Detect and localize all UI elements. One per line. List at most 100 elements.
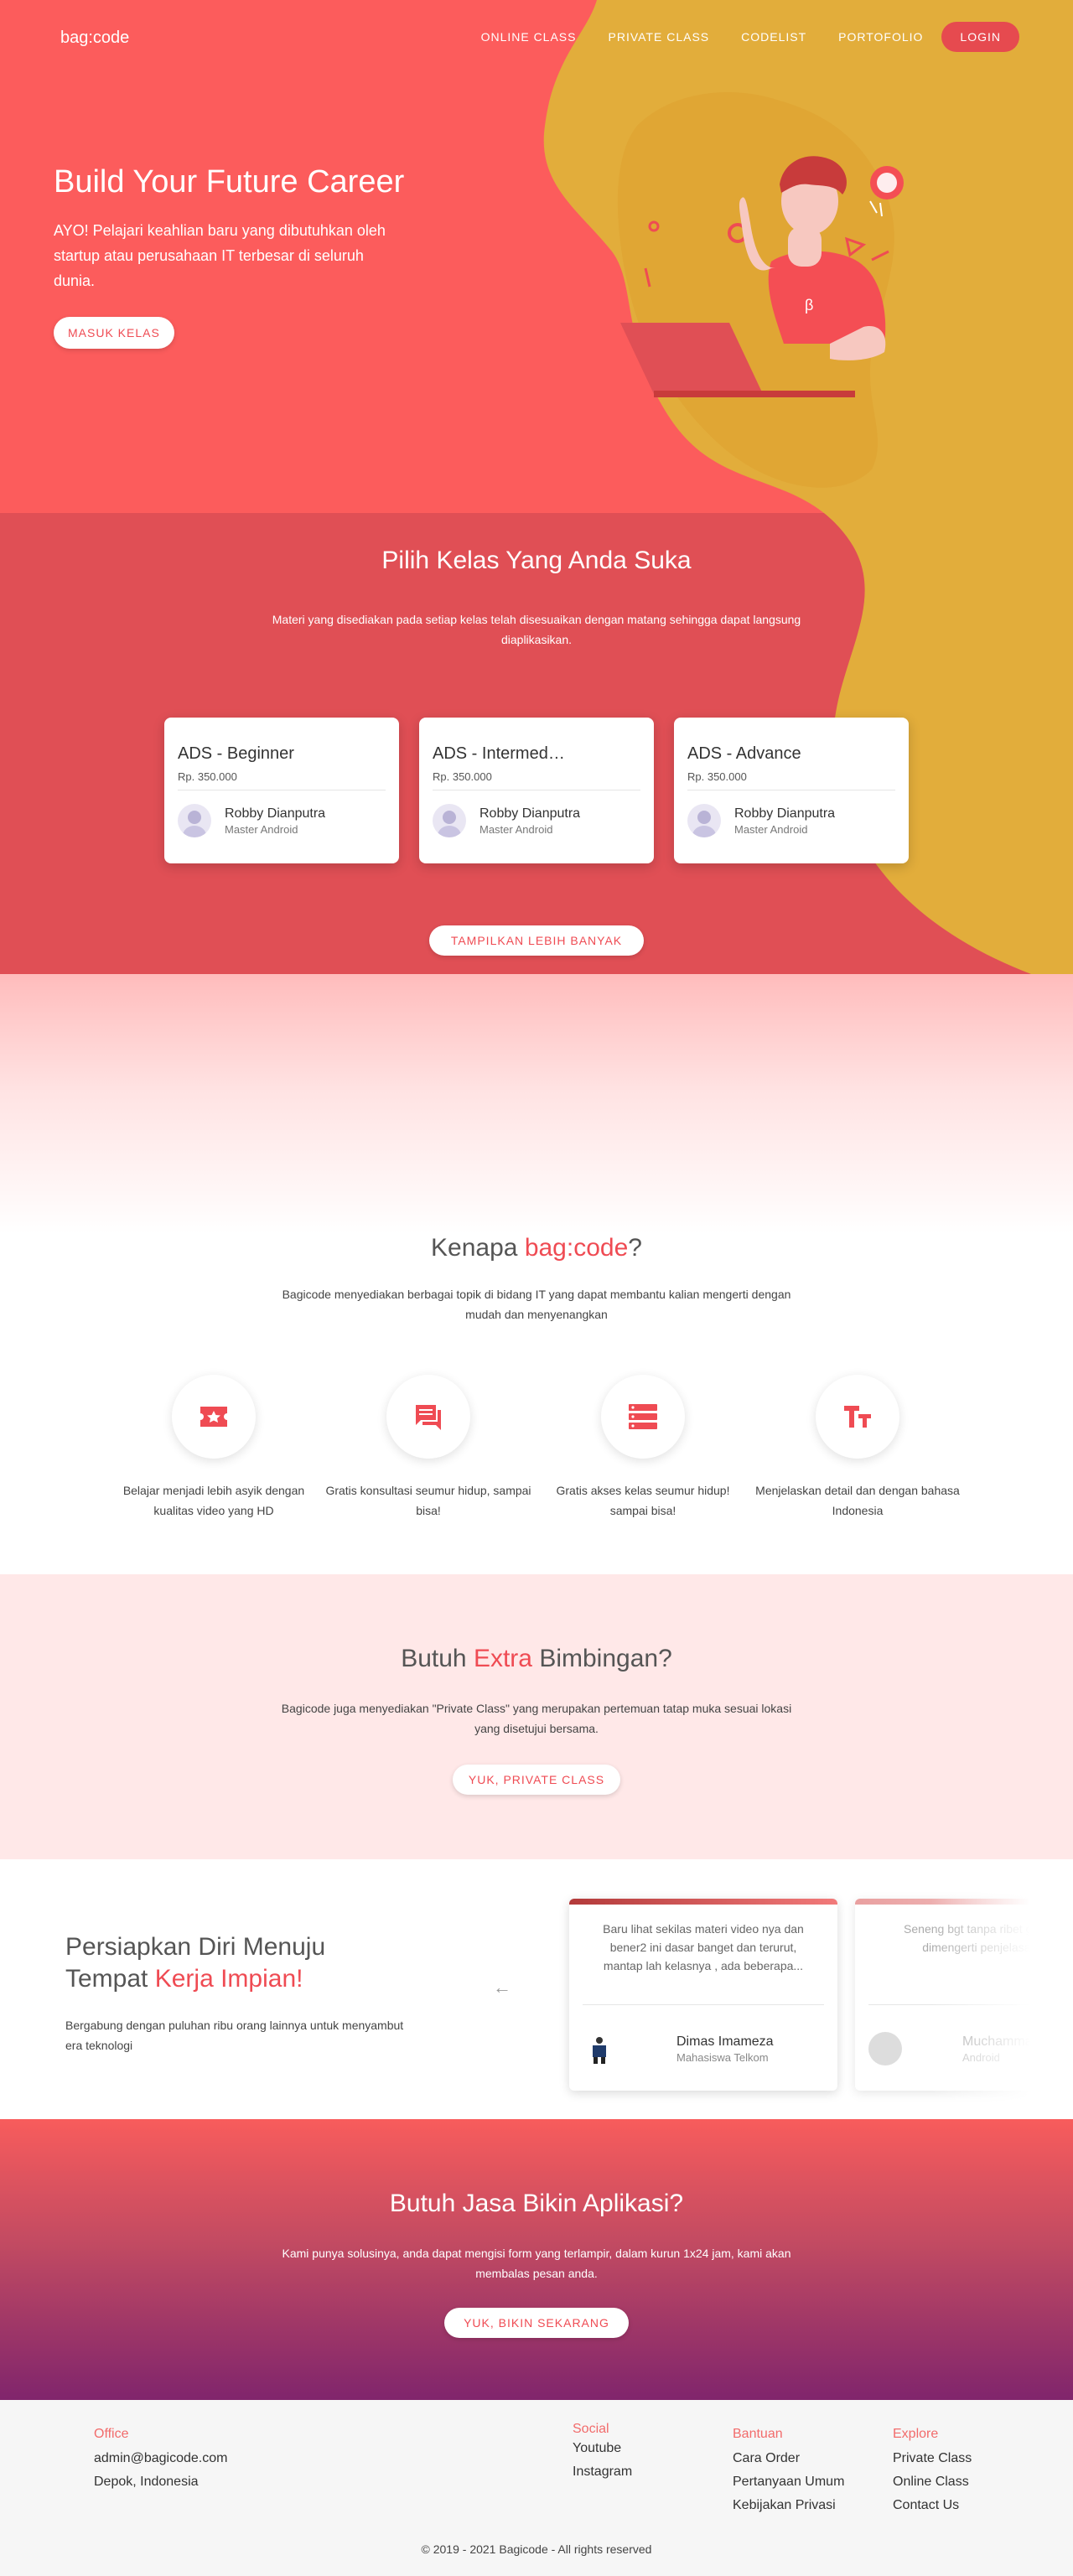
classes-title: Pilih Kelas Yang Anda Suka [381,547,692,574]
footer-social: Social Youtube Instagram [573,2422,632,2484]
why-section: Kenapa bag:code? Bagicode menyediakan be… [0,1234,1073,1574]
footer-bantuan: Bantuan Cara Order Pertanyaan Umum Kebij… [733,2427,844,2517]
nav-codelist[interactable]: CODELIST [741,30,806,44]
mentor-info: Robby Dianputra Master Android [687,804,895,837]
footer-link-private-class[interactable]: Private Class [893,2447,972,2470]
bikin-sekarang-button[interactable]: YUK, BIKIN SEKARANG [444,2308,629,2338]
testimonial-card: Baru lihat sekilas materi video nya dan … [569,1899,837,2091]
feature-text: Gratis konsultasi seumur hidup, sampai b… [325,1484,531,1517]
class-price: Rp. 350.000 [433,770,640,790]
gradient-divider [0,974,1073,1234]
hero-title: Build Your Future Career [54,164,405,200]
testimonial-title: Persiapkan Diri Menuju Tempat Kerja Impia… [65,1931,417,1995]
text-size-icon [844,1406,871,1428]
feature-circle [386,1375,470,1459]
feature-item: Menjelaskan detail dan dengan bahasa Ind… [753,1375,962,1521]
mentor-role: Master Android [734,822,808,836]
masuk-kelas-button[interactable]: MASUK KELAS [54,317,174,349]
arrow-left-icon[interactable]: ← [493,1977,511,1998]
brand-logo[interactable]: bag:code [60,29,129,48]
mentor-avatar [433,804,466,837]
avatar [868,2032,902,2065]
divider [583,2004,824,2005]
list-icon [629,1404,657,1429]
avatar [583,2032,616,2065]
class-name: ADS - Beginner [178,744,294,763]
footer-link-cara-order[interactable]: Cara Order [733,2447,844,2470]
mentor-role: Master Android [479,822,553,836]
feature-text: Belajar menjadi lebih asyik dengan kuali… [122,1484,305,1517]
service-section: Butuh Jasa Bikin Aplikasi? Kami punya so… [0,2119,1073,2400]
feature-item: Gratis akses kelas seumur hidup! sampai … [538,1375,748,1521]
mentor-role: Master Android [225,822,298,836]
divider [868,2004,1073,2005]
card-topbar [855,1899,1073,1905]
footer-link-contact[interactable]: Contact Us [893,2494,972,2517]
extra-section: Butuh Extra Bimbingan? Bagicode juga men… [0,1574,1073,1859]
testimonial-person: Dimas Imameza Mahasiswa Telkom [583,2032,837,2065]
testimonial-section: Persiapkan Diri Menuju Tempat Kerja Impia… [0,1859,1073,2119]
footer-heading: Bantuan [733,2427,783,2441]
extra-description: Bagicode juga menyediakan "Private Class… [281,1702,792,1735]
testimonial-card: Seneng bgt tanpa ribet gampang dimengert… [855,1899,1073,2091]
nav-online-class[interactable]: ONLINE CLASS [481,30,577,44]
footer-link-online-class[interactable]: Online Class [893,2470,972,2494]
footer-link-instagram[interactable]: Instagram [573,2460,632,2484]
login-button[interactable]: LOGIN [941,22,1019,52]
service-title: Butuh Jasa Bikin Aplikasi? [389,2190,684,2217]
footer-link-youtube[interactable]: Youtube [573,2437,632,2460]
mentor-name: Robby Dianputra [734,806,836,821]
footer-explore: Explore Private Class Online Class Conta… [893,2427,972,2517]
hero-section: bag:code ONLINE CLASS PRIVATE CLASS CODE… [0,0,1073,513]
private-class-button[interactable]: YUK, PRIVATE CLASS [453,1765,620,1795]
testimonial-name: Dimas Imameza [676,2034,774,2049]
feature-item: Gratis konsultasi seumur hidup, sampai b… [324,1375,533,1521]
classes-section: Pilih Kelas Yang Anda Suka Materi yang d… [0,513,1073,974]
class-price: Rp. 350.000 [178,770,386,790]
hero-description: AYO! Pelajari keahlian baru yang dibutuh… [54,222,386,289]
feature-circle [601,1375,685,1459]
footer-heading: Office [94,2427,129,2441]
testimonial-quote: Baru lihat sekilas materi video nya dan … [603,1922,804,1972]
navbar: bag:code ONLINE CLASS PRIVATE CLASS CODE… [0,22,1073,52]
classes-description: Materi yang disediakan pada setiap kelas… [272,613,801,646]
show-more-button[interactable]: TAMPILKAN LEBIH BANYAK [429,925,644,956]
class-card[interactable]: ADS - Intermediate Rp. 350.000 Robby Dia… [419,718,654,863]
class-card[interactable]: ADS - Advance Rp. 350.000 Robby Dianputr… [674,718,909,863]
footer-office: Office admin@bagicode.com Depok, Indones… [94,2427,227,2494]
nav-private-class[interactable]: PRIVATE CLASS [609,30,710,44]
mentor-info: Robby Dianputra Master Android [178,804,386,837]
footer-heading: Social [573,2422,609,2436]
feature-item: Belajar menjadi lebih asyik dengan kuali… [109,1375,319,1521]
feature-circle [172,1375,256,1459]
extra-title-suffix: Bimbingan? [531,1645,672,1672]
footer-email[interactable]: admin@bagicode.com [94,2447,227,2470]
extra-title: Butuh Extra Bimbingan? [0,1645,1073,1673]
testimonial-title-prefix: Tempat [65,1965,155,1993]
testimonial-title-accent: Kerja Impian! [154,1965,303,1993]
mentor-name: Robby Dianputra [225,806,326,821]
nav-portofolio[interactable]: PORTOFOLIO [838,30,923,44]
testimonial-name: Muchammad [962,2034,1040,2049]
chat-icon [416,1405,441,1430]
copyright: © 2019 - 2021 Bagicode - All rights rese… [421,2542,652,2556]
why-title: Kenapa bag:code? [0,1234,1073,1262]
feature-circle [816,1375,899,1459]
class-card-list: ADS - Beginner Rp. 350.000 Robby Dianput… [164,718,909,863]
mentor-avatar [687,804,721,837]
card-topbar [569,1899,837,1905]
class-card[interactable]: ADS - Beginner Rp. 350.000 Robby Dianput… [164,718,399,863]
testimonial-name-block: Dimas Imameza Mahasiswa Telkom [676,2034,774,2064]
why-title-prefix: Kenapa [431,1234,525,1262]
class-price: Rp. 350.000 [687,770,895,790]
footer-link-faq[interactable]: Pertanyaan Umum [733,2470,844,2494]
testimonial-person: Muchammad Android [868,2032,1073,2065]
mentor-name: Robby Dianputra [479,806,581,821]
testimonial-role: Mahasiswa Telkom [676,2050,769,2064]
why-title-accent: bag:code [524,1234,629,1262]
footer-link-privacy[interactable]: Kebijakan Privasi [733,2494,844,2517]
service-description: Kami punya solusinya, anda dapat mengisi… [282,2247,791,2280]
extra-title-prefix: Butuh [401,1645,474,1672]
testimonial-description: Bergabung dengan puluhan ribu orang lain… [65,2019,404,2052]
mentor-avatar [178,804,211,837]
